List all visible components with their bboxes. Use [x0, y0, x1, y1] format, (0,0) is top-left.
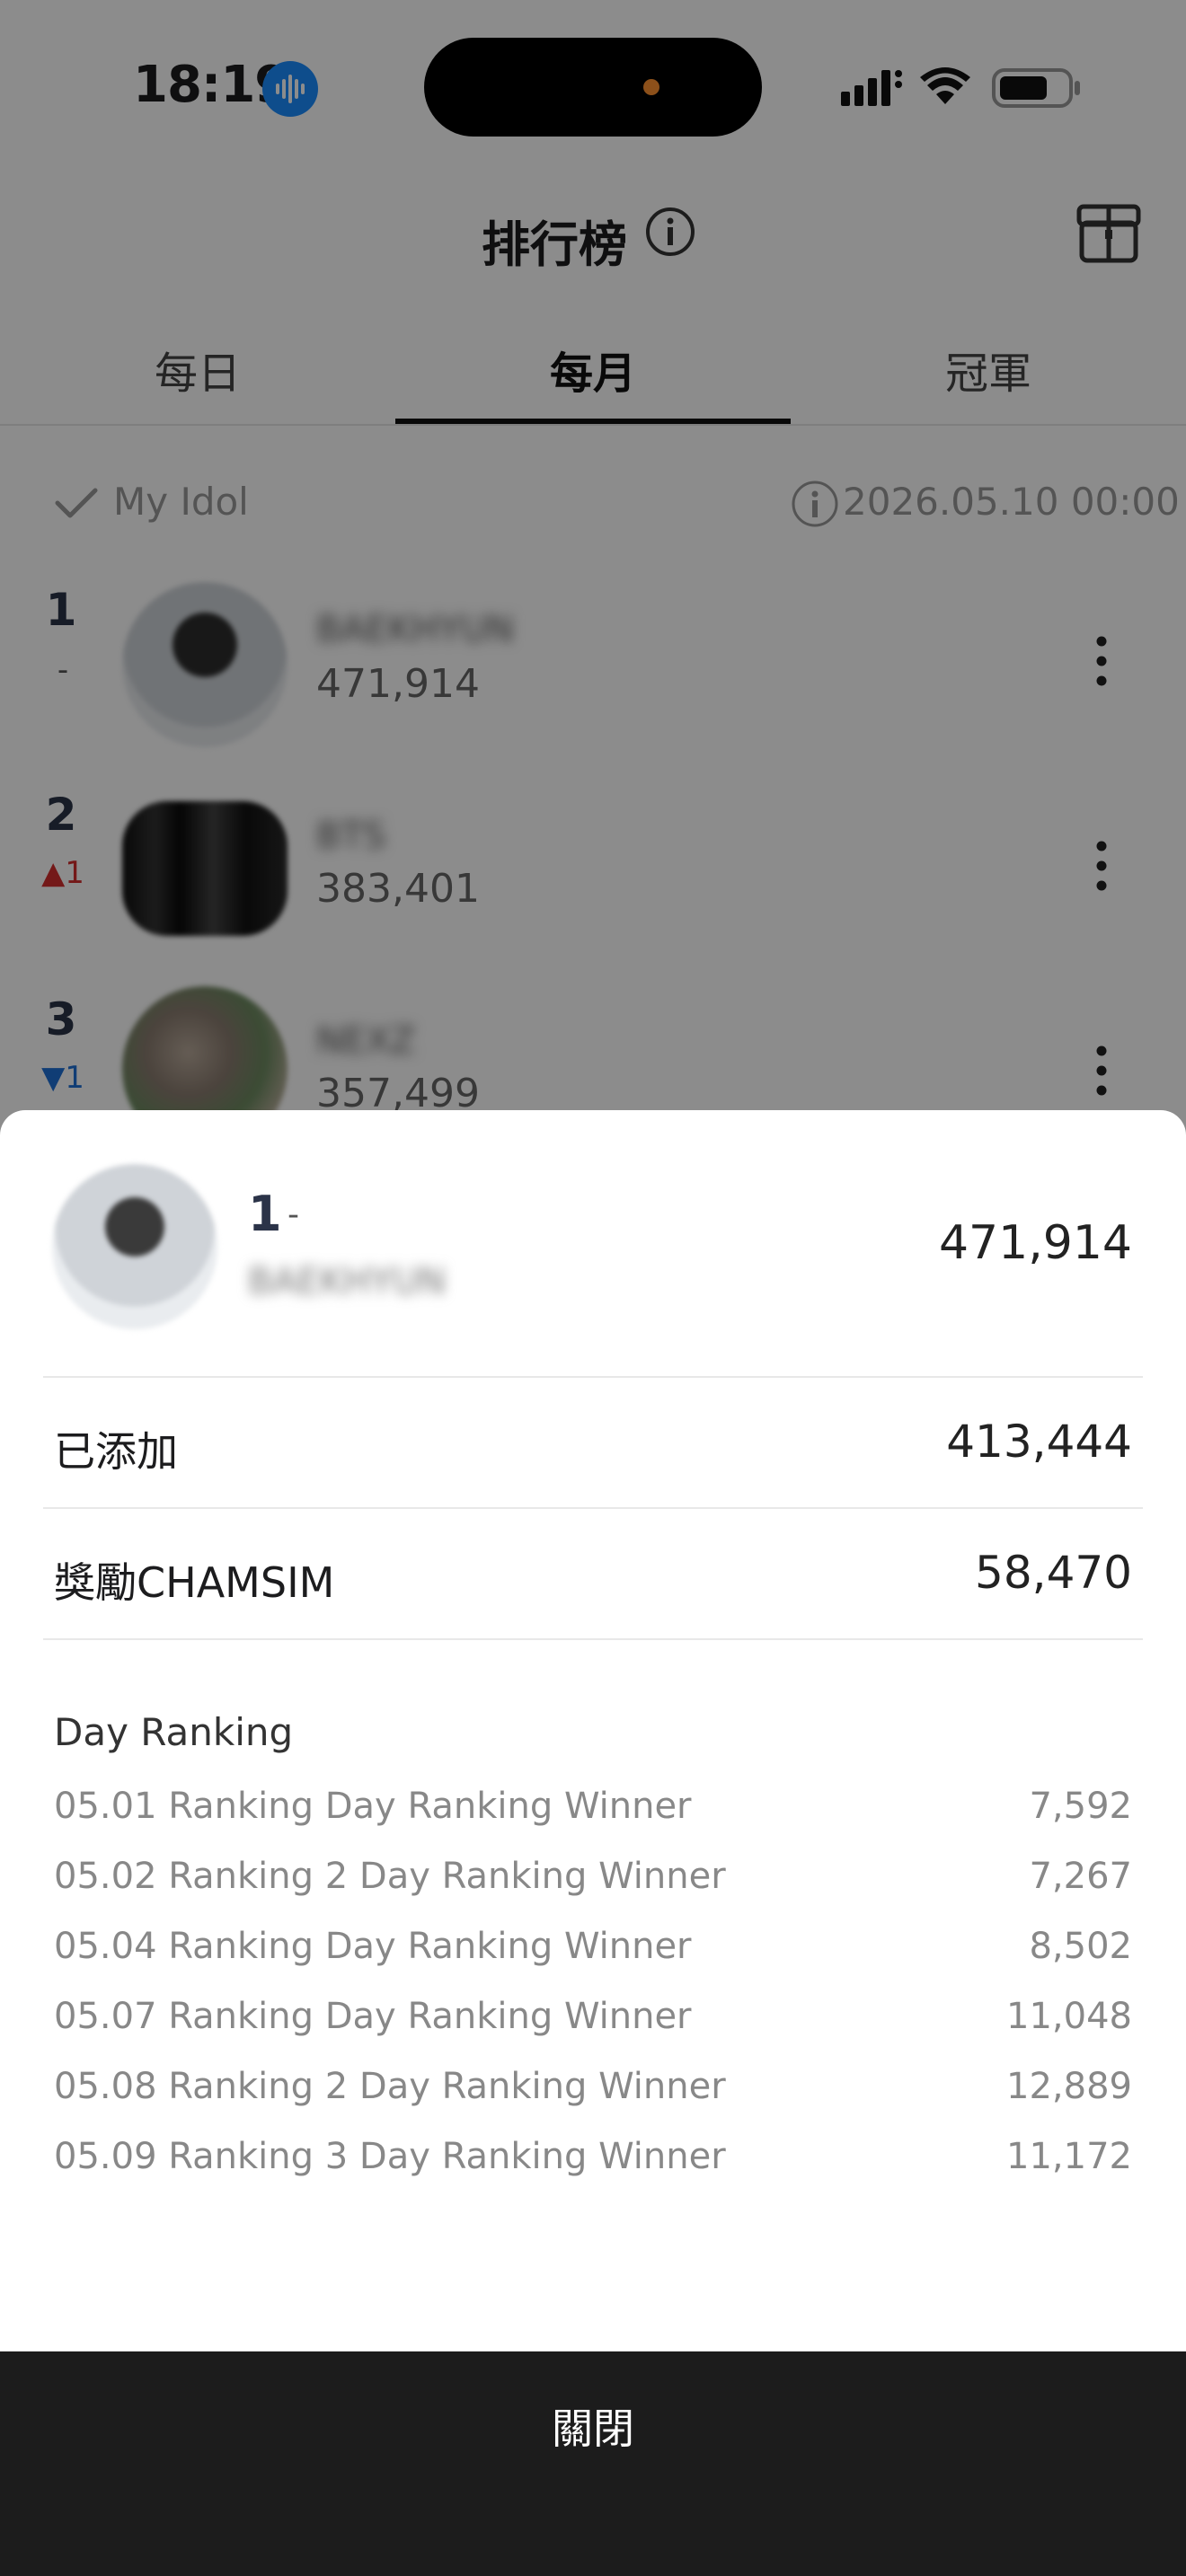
close-button-label: 關閉 [552, 2404, 634, 2453]
day-ranking-value: 7,592 [1029, 1786, 1132, 1827]
sheet-rank-number: 1 [248, 1186, 282, 1242]
day-ranking-label: 05.01 Ranking Day Ranking Winner [54, 1786, 692, 1827]
day-ranking-value: 11,172 [1006, 2136, 1132, 2177]
list-item: 05.04 Ranking Day Ranking Winner 8,502 [54, 1926, 1132, 1980]
day-ranking-value: 8,502 [1029, 1926, 1132, 1967]
list-item: 05.01 Ranking Day Ranking Winner 7,592 [54, 1786, 1132, 1839]
sheet-rank-change: - [288, 1196, 299, 1233]
list-item: 05.02 Ranking 2 Day Ranking Winner 7,267 [54, 1856, 1132, 1910]
day-ranking-label: 05.04 Ranking Day Ranking Winner [54, 1926, 692, 1967]
close-button[interactable]: 關閉 [0, 2351, 1186, 2576]
list-item: 05.08 Ranking 2 Day Ranking Winner 12,88… [54, 2066, 1132, 2120]
divider [43, 1507, 1143, 1509]
divider [43, 1638, 1143, 1640]
day-ranking-value: 7,267 [1029, 1856, 1132, 1897]
divider [43, 1376, 1143, 1378]
day-ranking-value: 11,048 [1006, 1996, 1132, 2037]
added-label: 已添加 [54, 1427, 178, 1476]
list-item: 05.09 Ranking 3 Day Ranking Winner 11,17… [54, 2136, 1132, 2190]
avatar [52, 1164, 217, 1329]
list-item: 05.07 Ranking Day Ranking Winner 11,048 [54, 1996, 1132, 2050]
day-ranking-label: 05.08 Ranking 2 Day Ranking Winner [54, 2066, 726, 2107]
bonus-value: 58,470 [975, 1547, 1132, 1599]
day-ranking-label: 05.07 Ranking Day Ranking Winner [54, 1996, 692, 2037]
day-ranking-value: 12,889 [1006, 2066, 1132, 2107]
sheet-total-votes: 471,914 [938, 1216, 1132, 1270]
day-ranking-label: 05.09 Ranking 3 Day Ranking Winner [54, 2136, 726, 2177]
bonus-label: 獎勵CHAMSIM [54, 1558, 335, 1607]
day-ranking-title: Day Ranking [54, 1710, 294, 1754]
added-value: 413,444 [946, 1416, 1132, 1468]
sheet-artist-name: BAEKHYUN [248, 1261, 447, 1302]
day-ranking-label: 05.02 Ranking 2 Day Ranking Winner [54, 1856, 726, 1897]
